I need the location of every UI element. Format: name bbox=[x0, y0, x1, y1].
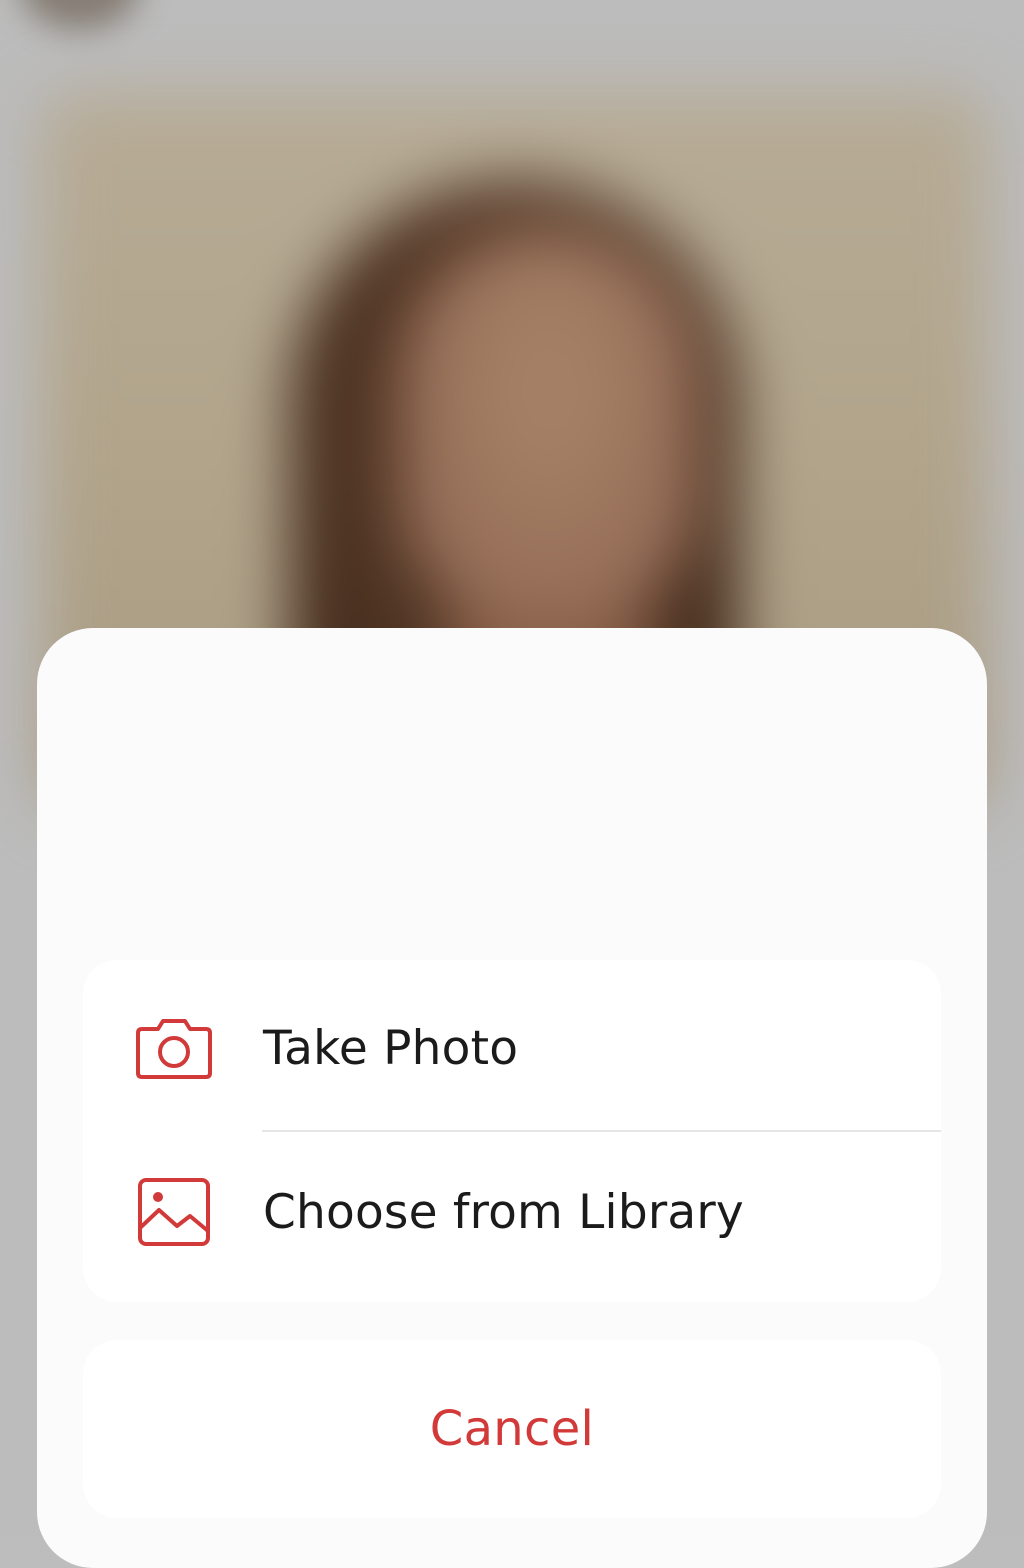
options-group: Take Photo Choose from Library bbox=[83, 960, 941, 1302]
choose-from-library-label: Choose from Library bbox=[263, 1184, 744, 1240]
photo-face bbox=[400, 230, 700, 630]
choose-from-library-option[interactable]: Choose from Library bbox=[83, 1130, 941, 1294]
camera-icon bbox=[135, 1009, 213, 1087]
corner-shadow bbox=[20, 0, 140, 30]
action-sheet: Take Photo Choose from Library Cancel bbox=[37, 628, 987, 1568]
take-photo-option[interactable]: Take Photo bbox=[83, 966, 941, 1130]
cancel-label: Cancel bbox=[429, 1401, 595, 1457]
take-photo-label: Take Photo bbox=[263, 1020, 519, 1076]
cancel-button[interactable]: Cancel bbox=[83, 1340, 941, 1518]
image-icon bbox=[135, 1173, 213, 1251]
